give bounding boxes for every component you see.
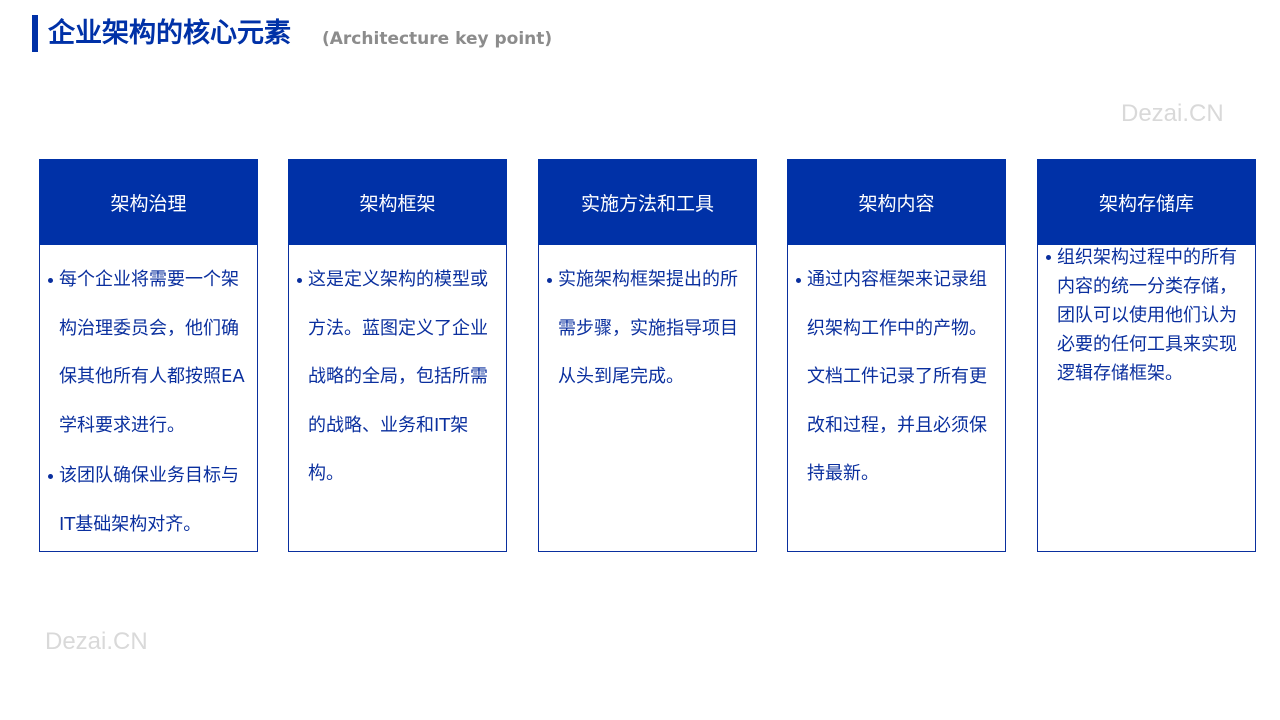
page-subtitle: (Architecture key point)	[322, 29, 553, 49]
card-architecture-content: 架构内容 通过内容框架来记录组织架构工作中的产物。文档工件记录了所有更改和过程，…	[787, 159, 1006, 552]
card-implementation-methods: 实施方法和工具 实施架构框架提出的所需步骤，实施指导项目从头到尾完成。	[538, 159, 757, 552]
card-header: 实施方法和工具	[538, 159, 757, 245]
card-architecture-framework: 架构框架 这是定义架构的模型或方法。蓝图定义了企业战略的全局，包括所需的战略、业…	[288, 159, 507, 552]
title-accent-bar	[32, 15, 38, 52]
slide: 企业架构的核心元素 (Architecture key point) Dezai…	[0, 0, 1280, 720]
card-header: 架构存储库	[1037, 159, 1256, 245]
card-header: 架构治理	[39, 159, 258, 245]
bullet-item: 这是定义架构的模型或方法。蓝图定义了企业战略的全局，包括所需的战略、业务和IT架…	[295, 256, 500, 499]
bullet-item: 实施架构框架提出的所需步骤，实施指导项目从头到尾完成。	[545, 256, 750, 402]
card-header: 架构内容	[787, 159, 1006, 245]
card-architecture-governance: 架构治理 每个企业将需要一个架构治理委员会，他们确保其他所有人都按照EA学科要求…	[39, 159, 258, 552]
watermark: Dezai.CN	[1121, 100, 1224, 127]
card-body: 这是定义架构的模型或方法。蓝图定义了企业战略的全局，包括所需的战略、业务和IT架…	[295, 256, 500, 501]
bullet-item: 每个企业将需要一个架构治理委员会，他们确保其他所有人都按照EA学科要求进行。	[46, 256, 251, 450]
card-header: 架构框架	[288, 159, 507, 245]
card-body: 实施架构框架提出的所需步骤，实施指导项目从头到尾完成。	[545, 256, 750, 404]
bullet-item: 该团队确保业务目标与IT基础架构对齐。	[46, 452, 251, 549]
card-body: 通过内容框架来记录组织架构工作中的产物。文档工件记录了所有更改和过程，并且必须保…	[794, 256, 999, 501]
bullet-item: 通过内容框架来记录组织架构工作中的产物。文档工件记录了所有更改和过程，并且必须保…	[794, 256, 999, 499]
page-title: 企业架构的核心元素	[48, 18, 291, 49]
card-body: 每个企业将需要一个架构治理委员会，他们确保其他所有人都按照EA学科要求进行。 该…	[46, 256, 251, 551]
bullet-item: 组织架构过程中的所有内容的统一分类存储，团队可以使用他们认为必要的任何工具来实现…	[1044, 243, 1249, 388]
watermark: Dezai.CN	[45, 628, 148, 655]
card-body: 组织架构过程中的所有内容的统一分类存储，团队可以使用他们认为必要的任何工具来实现…	[1044, 243, 1249, 390]
card-architecture-repository: 架构存储库 组织架构过程中的所有内容的统一分类存储，团队可以使用他们认为必要的任…	[1037, 159, 1256, 552]
